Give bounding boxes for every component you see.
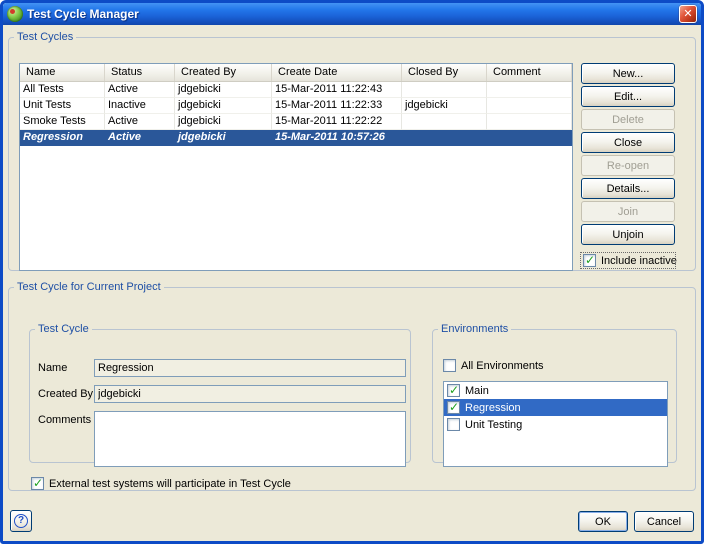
all-environments-checkbox[interactable]: All Environments	[443, 359, 544, 372]
action-button-column: New... Edit... Delete Close Re-open Deta…	[581, 63, 675, 268]
window-title: Test Cycle Manager	[27, 7, 675, 21]
include-inactive-label: Include inactive	[601, 255, 677, 267]
comments-label: Comments	[38, 414, 91, 426]
join-button: Join	[581, 201, 675, 222]
cell-name: Regression	[20, 130, 105, 146]
table-header-row: Name Status Created By Create Date Close…	[20, 64, 572, 82]
cell-create-date: 15-Mar-2011 11:22:33	[272, 98, 402, 114]
cell-status: Active	[105, 130, 175, 146]
delete-button: Delete	[581, 109, 675, 130]
cell-created-by: jdgebicki	[175, 98, 272, 114]
environment-item[interactable]: Main	[444, 382, 667, 399]
name-label: Name	[38, 362, 67, 374]
environments-group: Environments All Environments Main Regre…	[432, 323, 677, 463]
environment-label: Main	[465, 385, 489, 397]
table-row-selected[interactable]: Regression Active jdgebicki 15-Mar-2011 …	[20, 130, 572, 146]
test-cycles-table: Name Status Created By Create Date Close…	[19, 63, 573, 271]
cell-create-date: 15-Mar-2011 11:22:22	[272, 114, 402, 130]
dialog-content: Test Cycles Name Status Created By Creat…	[3, 25, 701, 541]
created-by-field[interactable]	[94, 385, 406, 403]
cell-status: Active	[105, 114, 175, 130]
comments-field[interactable]	[94, 411, 406, 467]
cell-created-by: jdgebicki	[175, 82, 272, 98]
table-row[interactable]: All Tests Active jdgebicki 15-Mar-2011 1…	[20, 82, 572, 98]
cell-name: Smoke Tests	[20, 114, 105, 130]
ok-button[interactable]: OK	[578, 511, 628, 532]
include-inactive-checkbox[interactable]: Include inactive	[581, 253, 675, 268]
checkbox-unchecked-icon	[443, 359, 456, 372]
external-systems-checkbox[interactable]: External test systems will participate i…	[31, 477, 291, 490]
close-cycle-button[interactable]: Close	[581, 132, 675, 153]
cell-closed-by	[402, 82, 487, 98]
checkbox-checked-icon	[447, 401, 460, 414]
cell-created-by: jdgebicki	[175, 130, 272, 146]
checkbox-checked-icon	[583, 254, 596, 267]
test-cycles-group-label: Test Cycles	[14, 31, 76, 43]
checkbox-unchecked-icon	[447, 418, 460, 431]
cell-created-by: jdgebicki	[175, 114, 272, 130]
column-header-name[interactable]: Name	[20, 64, 105, 81]
dialog-window: Test Cycle Manager ✕ Test Cycles Name St…	[0, 0, 704, 544]
column-header-created-by[interactable]: Created By	[175, 64, 272, 81]
cell-status: Inactive	[105, 98, 175, 114]
column-header-comment[interactable]: Comment	[487, 64, 572, 81]
help-icon: ?	[14, 514, 28, 528]
created-by-label: Created By	[38, 388, 93, 400]
test-cycle-detail-group-label: Test Cycle	[35, 323, 92, 335]
checkbox-checked-icon	[31, 477, 44, 490]
name-field[interactable]	[94, 359, 406, 377]
close-icon: ✕	[683, 8, 692, 20]
details-button[interactable]: Details...	[581, 178, 675, 199]
title-bar[interactable]: Test Cycle Manager ✕	[3, 3, 701, 25]
cell-closed-by: jdgebicki	[402, 98, 487, 114]
test-cycles-group: Test Cycles Name Status Created By Creat…	[8, 31, 696, 271]
checkbox-checked-icon	[447, 384, 460, 397]
reopen-button: Re-open	[581, 155, 675, 176]
current-project-group: Test Cycle for Current Project Test Cycl…	[8, 281, 696, 491]
column-header-create-date[interactable]: Create Date	[272, 64, 402, 81]
column-header-closed-by[interactable]: Closed By	[402, 64, 487, 81]
table-row[interactable]: Unit Tests Inactive jdgebicki 15-Mar-201…	[20, 98, 572, 114]
close-button[interactable]: ✕	[679, 5, 697, 23]
help-button[interactable]: ?	[10, 510, 32, 532]
edit-button[interactable]: Edit...	[581, 86, 675, 107]
all-environments-label: All Environments	[461, 360, 544, 372]
environment-label: Regression	[465, 402, 521, 414]
cell-comment	[487, 82, 572, 98]
external-systems-label: External test systems will participate i…	[49, 478, 291, 490]
environment-label: Unit Testing	[465, 419, 522, 431]
environment-item[interactable]: Unit Testing	[444, 416, 667, 433]
cell-name: All Tests	[20, 82, 105, 98]
environments-list: Main Regression Unit Testing	[443, 381, 668, 467]
cancel-button[interactable]: Cancel	[634, 511, 694, 532]
cell-comment	[487, 130, 572, 146]
cell-create-date: 15-Mar-2011 10:57:26	[272, 130, 402, 146]
column-header-status[interactable]: Status	[105, 64, 175, 81]
table-row[interactable]: Smoke Tests Active jdgebicki 15-Mar-2011…	[20, 114, 572, 130]
cell-comment	[487, 114, 572, 130]
cell-create-date: 15-Mar-2011 11:22:43	[272, 82, 402, 98]
new-button[interactable]: New...	[581, 63, 675, 84]
cell-closed-by	[402, 130, 487, 146]
cell-comment	[487, 98, 572, 114]
app-icon	[7, 6, 23, 22]
cell-closed-by	[402, 114, 487, 130]
unjoin-button[interactable]: Unjoin	[581, 224, 675, 245]
environments-group-label: Environments	[438, 323, 511, 335]
environment-item-selected[interactable]: Regression	[444, 399, 667, 416]
cell-name: Unit Tests	[20, 98, 105, 114]
current-project-group-label: Test Cycle for Current Project	[14, 281, 164, 293]
cell-status: Active	[105, 82, 175, 98]
test-cycle-detail-group: Test Cycle Name Created By Comments	[29, 323, 411, 463]
